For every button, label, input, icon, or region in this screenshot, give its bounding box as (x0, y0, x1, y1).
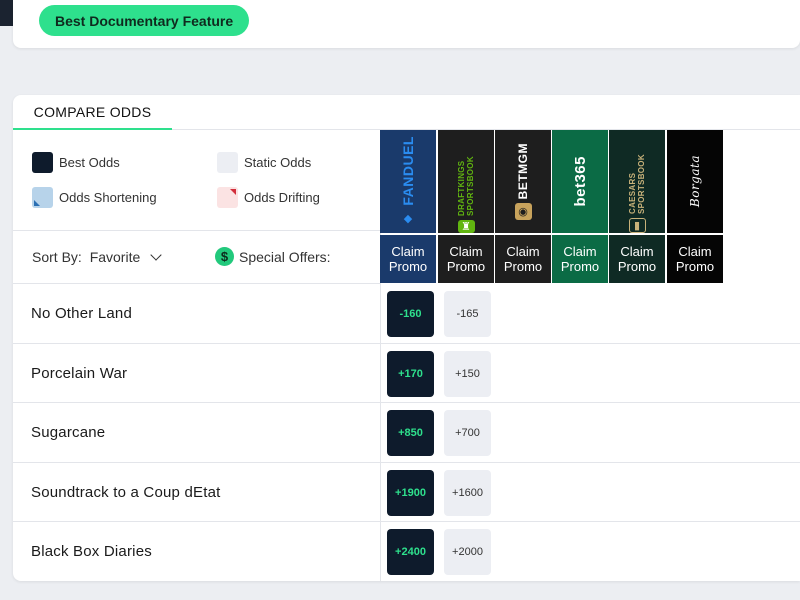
odds-draftkings[interactable]: +150 (444, 350, 491, 397)
legend-best-label: Best Odds (59, 155, 120, 170)
fanduel-wordmark: FANDUEL (400, 136, 416, 206)
claim-promo-fanduel[interactable]: Claim Promo (380, 235, 436, 283)
draftkings-wordmark: DRAFTKINGS SPORTSBOOK (457, 156, 475, 216)
bet365-logo[interactable]: bet365 (552, 130, 608, 233)
betmgm-logo[interactable]: BETMGM ◉ (495, 130, 551, 233)
nominee-list: No Other Land -160 -165 Porcelain War +1… (13, 284, 800, 581)
legend-static-label: Static Odds (244, 155, 312, 170)
claim-promo-borgata[interactable]: Claim Promo (667, 235, 723, 283)
static-odds-swatch (217, 152, 238, 173)
sportsbook-caesars: CAESARS SPORTSBOOK ▮ Claim Promo (609, 130, 665, 283)
fanduel-logo[interactable]: FANDUEL ◆ (380, 130, 436, 233)
category-header: Best Documentary Feature (13, 0, 800, 48)
nominee-name: No Other Land (31, 305, 132, 322)
claim-promo-draftkings[interactable]: Claim Promo (438, 235, 494, 283)
table-row: Black Box Diaries +2400 +2000 (13, 522, 800, 581)
table-row: Soundtrack to a Coup dEtat +1900 +1600 (13, 463, 800, 522)
dollar-icon: $ (215, 247, 234, 266)
legend-odds-drifting: Odds Drifting (217, 187, 320, 208)
sportsbook-draftkings: DRAFTKINGS SPORTSBOOK ♜ Claim Promo (438, 130, 494, 283)
best-odds-swatch (32, 152, 53, 173)
odds-best-fanduel[interactable]: +170 (387, 350, 434, 397)
sort-label: Sort By: (32, 249, 82, 265)
odds-best-fanduel[interactable]: +850 (387, 410, 434, 456)
odds-best-fanduel[interactable]: +2400 (387, 529, 434, 575)
tab-compare-odds[interactable]: COMPARE ODDS (13, 95, 172, 130)
table-row: No Other Land -160 -165 (13, 284, 800, 344)
top-edge-decoration (0, 0, 14, 26)
draftkings-crown-icon: ♜ (457, 220, 475, 233)
sort-bar: Sort By: Favorite $ Special Offers: (13, 232, 380, 284)
legend-shortening-label: Odds Shortening (59, 190, 157, 205)
odds-legend: Best Odds Static Odds Odds Shortening Od… (13, 130, 380, 231)
sportsbook-bet365: bet365 Claim Promo (552, 130, 608, 283)
legend-best-odds: Best Odds (32, 152, 120, 173)
odds-drifting-swatch (217, 187, 238, 208)
odds-draftkings[interactable]: +2000 (444, 529, 491, 575)
nominee-name: Soundtrack to a Coup dEtat (31, 483, 221, 501)
compare-odds-panel: COMPARE ODDS Best Odds Static Odds Odds … (13, 95, 800, 581)
sort-value: Favorite (89, 249, 141, 265)
caesars-emblem-icon: ▮ (628, 218, 646, 233)
sportsbook-fanduel: FANDUEL ◆ Claim Promo (380, 130, 436, 283)
special-offers-label: Special Offers: (239, 248, 331, 265)
nominee-name: Porcelain War (31, 364, 128, 382)
nominee-name: Black Box Diaries (31, 543, 152, 560)
sportsbook-betmgm: BETMGM ◉ Claim Promo (495, 130, 551, 283)
odds-shortening-swatch (32, 187, 53, 208)
legend-odds-shortening: Odds Shortening (32, 187, 157, 208)
sportsbook-borgata: Borgata Claim Promo (667, 130, 723, 283)
table-row: Sugarcane +850 +700 (13, 403, 800, 463)
borgata-logo[interactable]: Borgata (667, 130, 723, 233)
betmgm-lion-icon: ◉ (514, 203, 532, 221)
claim-promo-betmgm[interactable]: Claim Promo (495, 235, 551, 283)
odds-best-fanduel[interactable]: -160 (387, 291, 434, 337)
odds-draftkings[interactable]: +700 (444, 410, 491, 456)
table-row: Porcelain War +170 +150 (13, 344, 800, 403)
bet365-wordmark: bet365 (571, 156, 589, 207)
sort-dropdown[interactable]: Sort By: Favorite (32, 249, 162, 265)
legend-static-odds: Static Odds (217, 152, 311, 173)
borgata-wordmark: Borgata (688, 155, 702, 208)
legend-drifting-label: Odds Drifting (244, 190, 320, 205)
special-offers: $ Special Offers: (215, 247, 331, 266)
caesars-logo[interactable]: CAESARS SPORTSBOOK ▮ (609, 130, 665, 233)
tab-bar: COMPARE ODDS (13, 95, 800, 130)
fanduel-shield-icon: ◆ (403, 212, 413, 225)
odds-draftkings[interactable]: -165 (444, 291, 491, 337)
chevron-down-icon (150, 249, 162, 261)
claim-promo-bet365[interactable]: Claim Promo (552, 235, 608, 283)
category-pill[interactable]: Best Documentary Feature (39, 5, 250, 36)
claim-promo-caesars[interactable]: Claim Promo (609, 235, 665, 283)
nominee-name: Sugarcane (31, 424, 106, 441)
odds-best-fanduel[interactable]: +1900 (387, 469, 434, 516)
betmgm-wordmark: BETMGM (516, 142, 530, 200)
odds-draftkings[interactable]: +1600 (444, 469, 491, 516)
draftkings-logo[interactable]: DRAFTKINGS SPORTSBOOK ♜ (438, 130, 494, 233)
caesars-wordmark: CAESARS SPORTSBOOK (628, 154, 646, 214)
